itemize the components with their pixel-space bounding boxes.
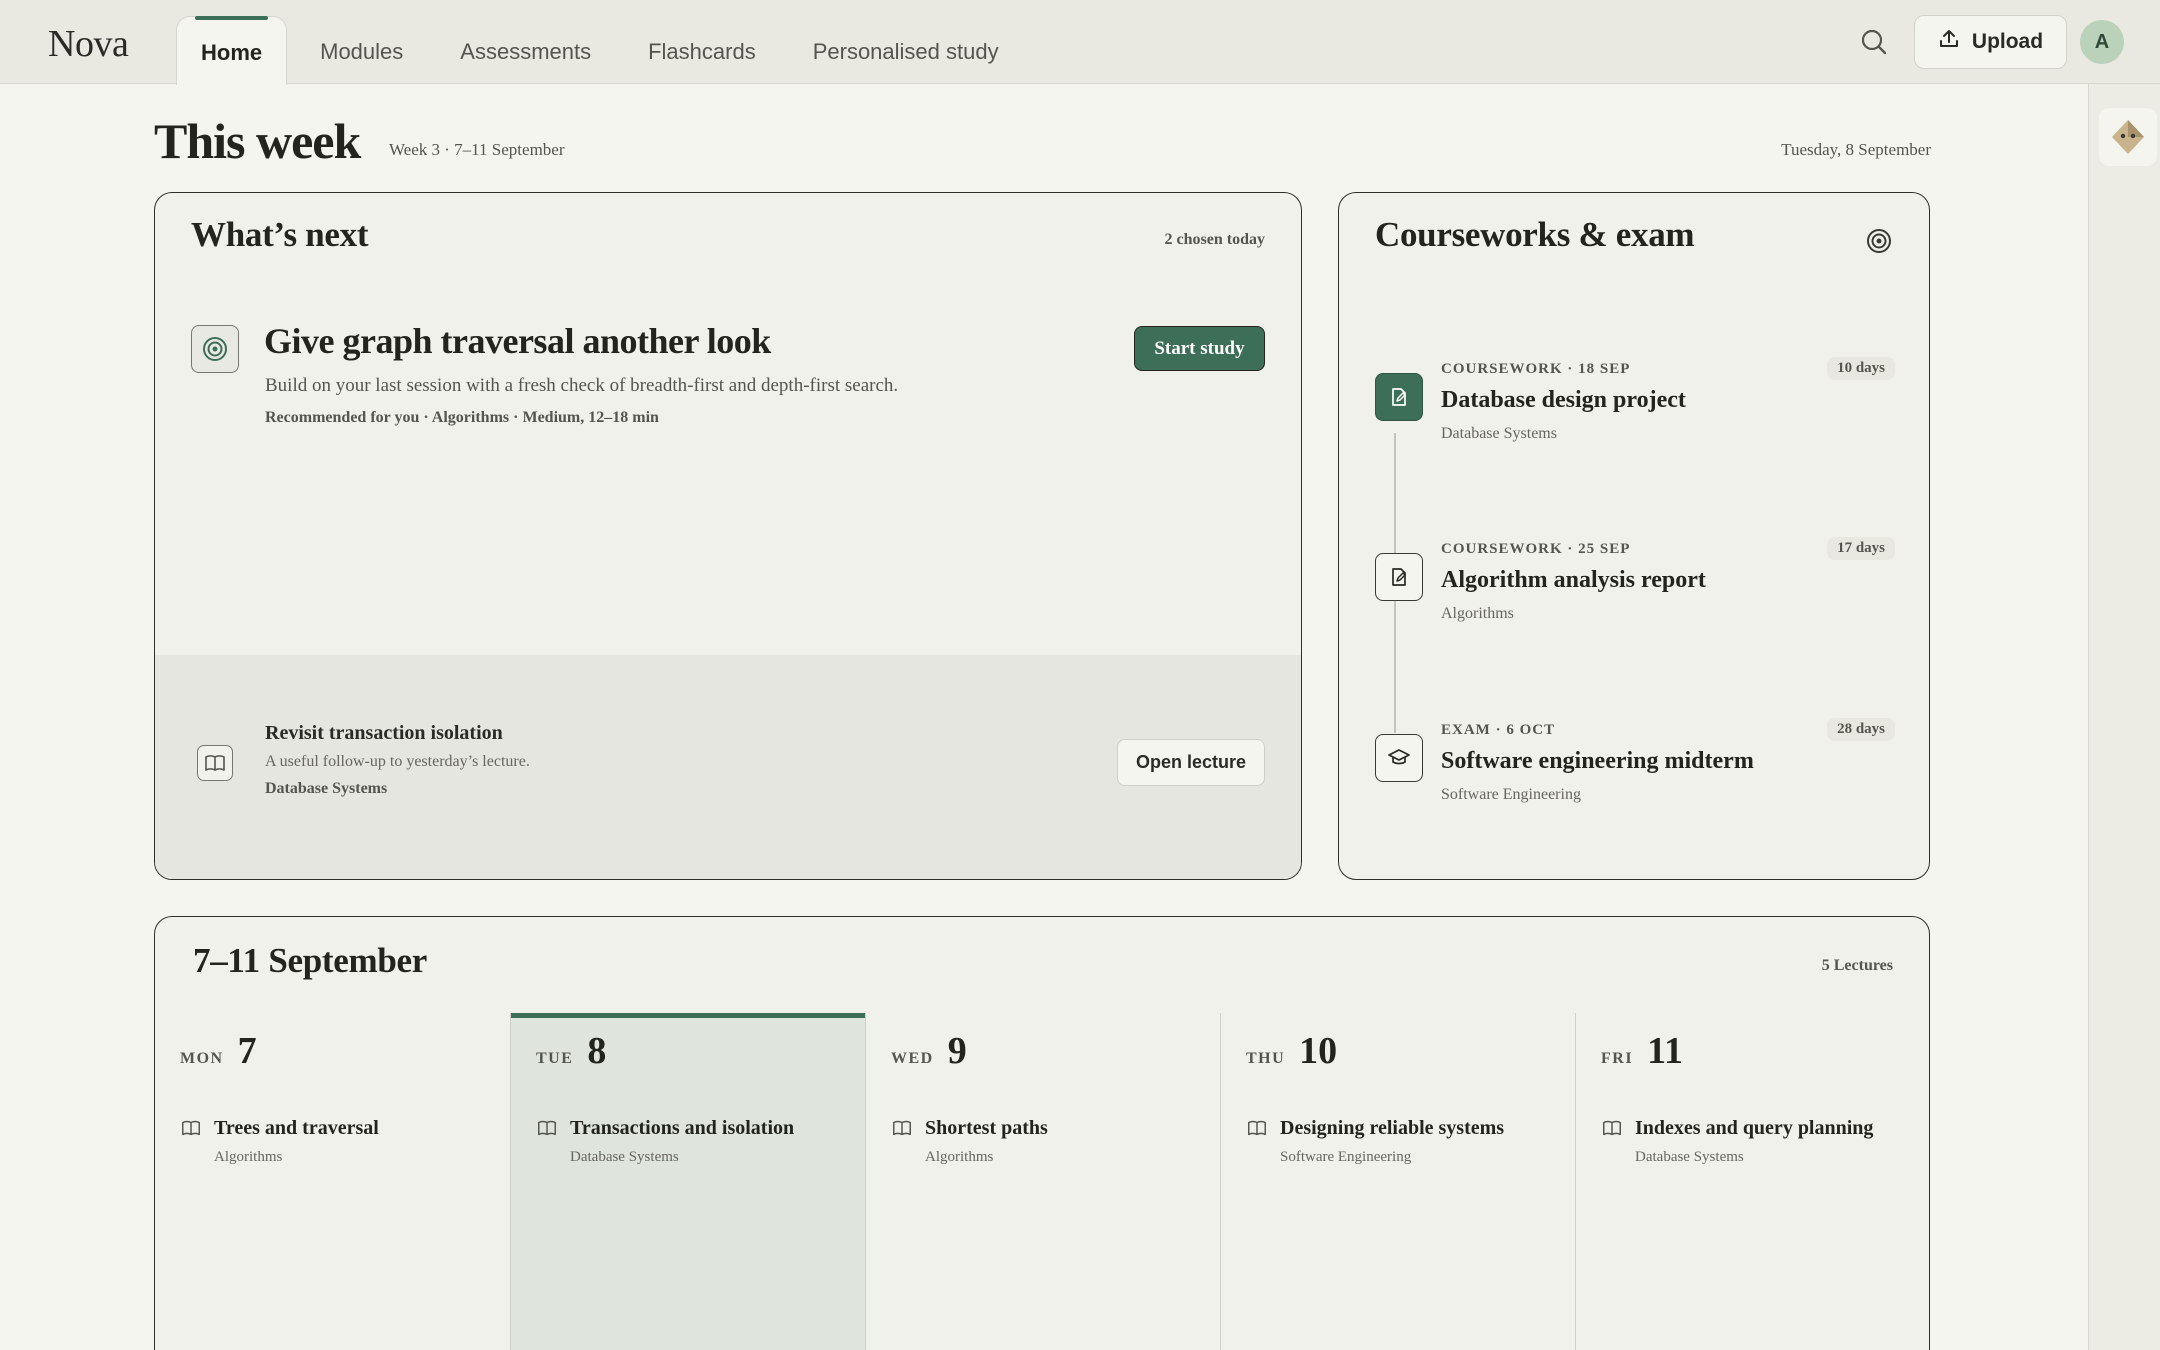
edit-document-icon — [1375, 553, 1423, 601]
main-nav: Home Modules Assessments Flashcards Pers… — [176, 16, 1032, 85]
target-icon[interactable] — [1865, 227, 1893, 260]
lecture-title[interactable]: Transactions and isolation — [570, 1117, 794, 1140]
day-number: 11 — [1647, 1030, 1683, 1072]
day-abbr: TUE — [536, 1050, 574, 1067]
exam-item[interactable]: EXAM · 6 OCT Software engineering midter… — [1375, 718, 1895, 832]
day-column-tue[interactable]: TUE 8 Transactions and isolation Database… — [510, 1013, 865, 1350]
days-remaining-badge: 10 days — [1827, 357, 1895, 380]
day-column-thu[interactable]: THU 10 Designing reliable systems Softwar… — [1220, 1013, 1575, 1350]
graduation-cap-icon — [1375, 734, 1423, 782]
tab-flashcards[interactable]: Flashcards — [624, 16, 780, 84]
day-column-wed[interactable]: WED 9 Shortest paths Algorithms — [865, 1013, 1220, 1350]
upload-icon — [1938, 28, 1960, 56]
assistant-mascot-icon[interactable] — [2099, 108, 2157, 166]
day-abbr: MON — [180, 1050, 224, 1067]
day-column-mon[interactable]: MON 7 Trees and traversal Algorithms — [155, 1013, 510, 1350]
day-abbr: THU — [1246, 1050, 1286, 1067]
book-icon — [1246, 1117, 1268, 1144]
courseworks-title: Courseworks & exam — [1375, 215, 1695, 254]
lecture-module: Database Systems — [1635, 1149, 1744, 1165]
coursework-name: Algorithm analysis report — [1441, 567, 1706, 593]
coursework-module: Algorithms — [1441, 605, 1514, 622]
lecture-module: Database Systems — [570, 1149, 679, 1165]
day-abbr: WED — [891, 1050, 934, 1067]
secondary-title[interactable]: Revisit transaction isolation — [265, 722, 503, 745]
lecture-title[interactable]: Trees and traversal — [214, 1117, 379, 1140]
book-icon — [1601, 1117, 1623, 1144]
coursework-item[interactable]: COURSEWORK · 25 SEP Algorithm analysis r… — [1375, 537, 1895, 651]
lecture-count: 5 Lectures — [1821, 957, 1893, 974]
book-icon — [536, 1117, 558, 1144]
upload-label: Upload — [1971, 30, 2044, 53]
right-rail — [2088, 84, 2160, 1350]
lecture-title[interactable]: Designing reliable systems — [1280, 1117, 1504, 1140]
tab-personalised-study[interactable]: Personalised study — [789, 16, 1023, 84]
exam-name: Software engineering midterm — [1441, 748, 1754, 774]
week-schedule-card: 7–11 September 5 Lectures MON 7 Trees and… — [154, 916, 1930, 1350]
week-label: Week 3 · 7–11 September — [389, 140, 565, 159]
tab-home[interactable]: Home — [176, 16, 288, 85]
day-number: 10 — [1299, 1030, 1338, 1072]
today-date: Tuesday, 8 September — [1781, 140, 1931, 159]
day-column-fri[interactable]: FRI 11 Indexes and query planning Databas… — [1575, 1013, 1929, 1350]
tab-assessments[interactable]: Assessments — [436, 16, 615, 84]
coursework-module: Database Systems — [1441, 425, 1557, 442]
page-title: This week — [154, 113, 361, 169]
days-remaining-badge: 17 days — [1827, 537, 1895, 560]
recommendation-title[interactable]: Give graph traversal another look — [264, 320, 771, 362]
avatar[interactable]: A — [2080, 20, 2124, 64]
whats-next-card: What’s next 2 chosen today Give graph tr… — [154, 192, 1302, 880]
secondary-description: A useful follow-up to yesterday’s lectur… — [265, 753, 530, 770]
secondary-module: Database Systems — [265, 780, 388, 797]
lecture-title[interactable]: Indexes and query planning — [1635, 1117, 1873, 1140]
open-lecture-button[interactable]: Open lecture — [1117, 739, 1265, 786]
coursework-item[interactable]: COURSEWORK · 18 SEP Database design proj… — [1375, 357, 1895, 471]
day-number: 9 — [947, 1030, 967, 1072]
top-bar: Nova Home Modules Assessments Flashcards… — [0, 0, 2160, 85]
app-logo[interactable]: Nova — [48, 22, 129, 66]
search-icon[interactable] — [1858, 26, 1890, 58]
book-icon — [197, 745, 233, 781]
upload-button[interactable]: Upload — [1914, 15, 2067, 69]
tab-modules[interactable]: Modules — [296, 16, 427, 84]
day-abbr: FRI — [1601, 1050, 1634, 1067]
coursework-name: Database design project — [1441, 387, 1686, 413]
recommendation-description: Build on your last session with a fresh … — [265, 375, 899, 396]
lecture-module: Software Engineering — [1280, 1149, 1412, 1165]
days-remaining-badge: 28 days — [1827, 718, 1895, 741]
lecture-title[interactable]: Shortest paths — [925, 1117, 1048, 1140]
start-study-button[interactable]: Start study — [1134, 326, 1265, 371]
lecture-module: Algorithms — [925, 1149, 994, 1165]
day-number: 8 — [587, 1030, 607, 1072]
coursework-kind: COURSEWORK · 25 SEP — [1441, 541, 1631, 557]
exam-module: Software Engineering — [1441, 786, 1581, 803]
week-title: 7–11 September — [193, 941, 427, 980]
lecture-module: Algorithms — [214, 1149, 283, 1165]
book-icon — [891, 1117, 913, 1144]
edit-document-icon — [1375, 373, 1423, 421]
coursework-kind: COURSEWORK · 18 SEP — [1441, 361, 1631, 377]
day-number: 7 — [237, 1030, 257, 1072]
target-icon — [191, 325, 239, 373]
chosen-count: 2 chosen today — [1164, 231, 1265, 248]
book-icon — [180, 1117, 202, 1144]
courseworks-card: Courseworks & exam COURSEWORK · 18 SEP D… — [1338, 192, 1930, 880]
recommendation-meta: Recommended for you · Algorithms · Mediu… — [265, 409, 659, 426]
exam-kind: EXAM · 6 OCT — [1441, 722, 1556, 738]
whats-next-title: What’s next — [191, 215, 369, 254]
